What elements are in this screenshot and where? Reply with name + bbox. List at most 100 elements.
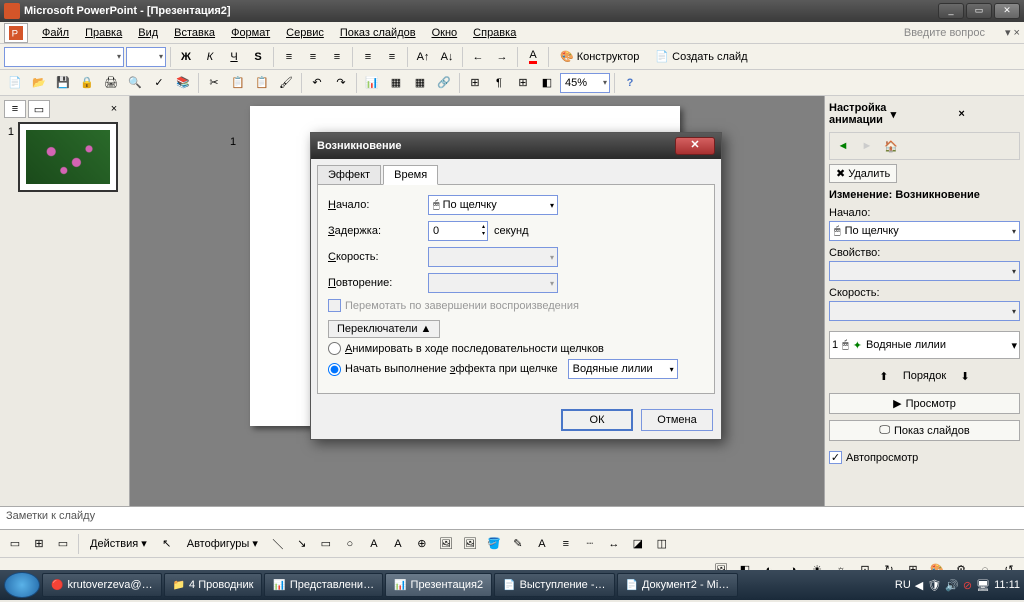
dash-style-icon[interactable]: ┈ — [579, 533, 601, 555]
clipart-icon[interactable]: 🖼 — [435, 533, 457, 555]
show-formatting-icon[interactable]: ¶ — [488, 72, 510, 94]
picture-icon[interactable]: 🖼 — [459, 533, 481, 555]
oval-icon[interactable]: ○ — [339, 533, 361, 555]
permission-icon[interactable]: 🔒 — [76, 72, 98, 94]
radio-onclick[interactable] — [328, 363, 341, 376]
slideshow-view-icon[interactable]: ▭ — [52, 533, 74, 555]
fontsize-combo[interactable] — [126, 47, 166, 67]
dlg-delay-spinner[interactable]: 0 — [428, 221, 488, 241]
align-left-icon[interactable]: ≡ — [278, 46, 300, 68]
designer-button[interactable]: 🎨Конструктор — [553, 46, 646, 68]
back-icon[interactable]: ◄ — [832, 135, 854, 157]
item-menu-icon[interactable]: ▾ — [1011, 339, 1017, 352]
cut-icon[interactable]: ✂ — [203, 72, 225, 94]
redo-icon[interactable]: ↷ — [330, 72, 352, 94]
tab-effect[interactable]: Эффект — [317, 165, 381, 185]
save-icon[interactable]: 💾 — [52, 72, 74, 94]
taskpane-close-icon[interactable]: × — [958, 108, 1020, 120]
open-icon[interactable]: 📂 — [28, 72, 50, 94]
radio-sequence[interactable] — [328, 342, 341, 355]
taskbar-item[interactable]: 🔴 krutoverzeva@… — [42, 573, 162, 597]
grid-icon[interactable]: ⊞ — [512, 72, 534, 94]
menu-slideshow[interactable]: Показ слайдов — [332, 25, 424, 41]
actions-menu[interactable]: Действия ▾ — [83, 533, 154, 555]
help-icon[interactable]: ? — [619, 72, 641, 94]
menu-file[interactable]: Файл — [34, 25, 77, 41]
move-down-icon[interactable]: ⬇ — [954, 365, 976, 387]
dialog-close-button[interactable]: ✕ — [675, 137, 715, 155]
delete-effect-button[interactable]: ✖ Удалить — [829, 164, 897, 183]
menu-edit[interactable]: Правка — [77, 25, 130, 41]
line-icon[interactable]: ＼ — [267, 533, 289, 555]
minimize-button[interactable]: _ — [938, 3, 964, 19]
triggers-button[interactable]: Переключатели ▲ — [328, 320, 440, 338]
color-gray-icon[interactable]: ◧ — [536, 72, 558, 94]
close-button[interactable]: ✕ — [994, 3, 1020, 19]
close-panel-icon[interactable]: × — [103, 100, 125, 118]
font-color-icon[interactable]: A — [522, 46, 544, 68]
select-icon[interactable]: ↖ — [156, 533, 178, 555]
research-icon[interactable]: 📚 — [172, 72, 194, 94]
paste-icon[interactable]: 📋 — [251, 72, 273, 94]
taskbar-item[interactable]: 📊 Представлени… — [264, 573, 383, 597]
expand-icon[interactable]: ⊞ — [464, 72, 486, 94]
diagram-icon[interactable]: ⊕ — [411, 533, 433, 555]
increase-indent-icon[interactable]: → — [491, 46, 513, 68]
textbox-icon[interactable]: A — [363, 533, 385, 555]
home-icon[interactable]: 🏠 — [880, 135, 902, 157]
start-button[interactable] — [4, 572, 40, 598]
taskbar-item[interactable]: 📁 4 Проводник — [164, 573, 263, 597]
underline-icon[interactable]: Ч — [223, 46, 245, 68]
ok-button[interactable]: ОК — [561, 409, 633, 431]
powerpoint-icon[interactable]: P — [4, 23, 28, 43]
menu-help[interactable]: Справка — [465, 25, 524, 41]
shadow-icon[interactable]: S — [247, 46, 269, 68]
chart-icon[interactable]: 📊 — [361, 72, 383, 94]
tray-icon[interactable]: ⊘ — [963, 579, 972, 592]
clock[interactable]: 11:11 — [994, 579, 1020, 591]
autoplay-checkbox[interactable]: ✓ — [829, 451, 842, 464]
font-combo[interactable] — [4, 47, 124, 67]
rectangle-icon[interactable]: ▭ — [315, 533, 337, 555]
line-style-icon[interactable]: ≡ — [555, 533, 577, 555]
italic-icon[interactable]: К — [199, 46, 221, 68]
font-color-icon2[interactable]: A — [531, 533, 553, 555]
wordart-icon[interactable]: A — [387, 533, 409, 555]
decrease-font-icon[interactable]: A↓ — [436, 46, 458, 68]
new-icon[interactable]: 📄 — [4, 72, 26, 94]
preview-button[interactable]: ▶ Просмотр — [829, 393, 1020, 414]
move-up-icon[interactable]: ⬆ — [873, 365, 895, 387]
outline-tab[interactable]: ≡ — [4, 100, 26, 118]
decrease-indent-icon[interactable]: ← — [467, 46, 489, 68]
menu-insert[interactable]: Вставка — [166, 25, 223, 41]
tables-borders-icon[interactable]: ▦ — [409, 72, 431, 94]
line-color-icon[interactable]: ✎ — [507, 533, 529, 555]
help-search[interactable]: Введите вопрос — [904, 27, 1005, 39]
undo-icon[interactable]: ↶ — [306, 72, 328, 94]
slideshow-button[interactable]: 🖵 Показ слайдов — [829, 420, 1020, 441]
3d-style-icon[interactable]: ◫ — [651, 533, 673, 555]
copy-icon[interactable]: 📋 — [227, 72, 249, 94]
zoom-combo[interactable]: 45% — [560, 73, 610, 93]
taskbar-item[interactable]: 📄 Документ2 - Mi… — [617, 573, 739, 597]
bold-icon[interactable]: Ж — [175, 46, 197, 68]
hyperlink-icon[interactable]: 🔗 — [433, 72, 455, 94]
tray-icon[interactable]: ◀ — [915, 579, 923, 592]
dlg-start-combo[interactable]: 🖱 По щелчку — [428, 195, 558, 215]
autoshapes-menu[interactable]: Автофигуры ▾ — [180, 533, 265, 555]
table-icon[interactable]: ▦ — [385, 72, 407, 94]
notes-pane[interactable]: Заметки к слайду — [0, 506, 1024, 530]
animation-list-item[interactable]: 1 🖱 ✦ Водяные лилии ▾ — [829, 331, 1020, 359]
cancel-button[interactable]: Отмена — [641, 409, 713, 431]
tray-icon[interactable]: 🔊 — [945, 579, 959, 592]
language-indicator-tray[interactable]: RU — [895, 579, 911, 591]
numbered-list-icon[interactable]: ≡ — [357, 46, 379, 68]
align-center-icon[interactable]: ≡ — [302, 46, 324, 68]
sorter-view-icon[interactable]: ⊞ — [28, 533, 50, 555]
new-slide-button[interactable]: 📄Создать слайд — [648, 46, 754, 68]
tray-icon[interactable]: 🛡 — [927, 579, 941, 592]
taskbar-item[interactable]: 📊 Презентация2 — [385, 573, 492, 597]
taskpane-dropdown-icon[interactable]: ▾ — [891, 108, 953, 121]
start-combo[interactable]: 🖱 По щелчку — [829, 221, 1020, 241]
print-icon[interactable]: 🖨 — [100, 72, 122, 94]
